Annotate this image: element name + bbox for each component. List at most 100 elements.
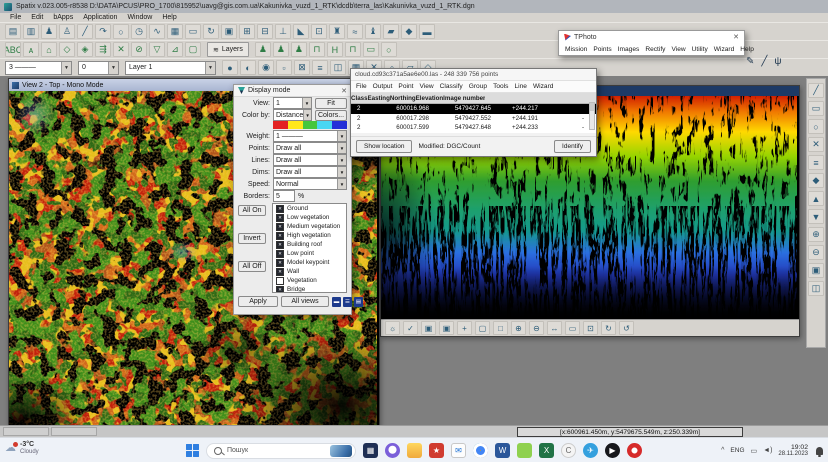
menu-item[interactable]: View [419,83,433,90]
toolbar-icon[interactable]: ● [222,60,238,75]
identify-button[interactable]: Identify [554,140,591,153]
view-mode-icon[interactable]: ▤ [354,297,363,307]
toolbar-icon[interactable]: ≡ [312,60,328,75]
toolbar-icon[interactable]: ↻ [203,24,219,39]
toolbar-icon[interactable]: ⊓ [309,42,325,57]
apply-button[interactable]: Apply [238,296,278,307]
toolbar-icon[interactable]: ○ [808,119,824,134]
class-checkbox[interactable]: ✕ [276,286,284,294]
toolbar-icon[interactable]: ⊖ [808,245,824,260]
fit-button[interactable]: Fit [315,98,347,109]
class-row[interactable]: ✕ Wall [273,267,346,276]
class-checkbox[interactable]: ✕ [276,250,284,258]
toolbar-icon[interactable]: ◫ [808,281,824,296]
telegram-icon[interactable]: ✈ [583,443,598,458]
zoom-window-icon[interactable]: □ [493,321,508,335]
notification-bell-icon[interactable] [816,447,823,455]
toolbar-icon[interactable]: ▽ [149,42,165,57]
menu-item[interactable]: Edit [27,14,47,21]
weather-widget[interactable]: ☁ -3°C Cloudy [5,441,39,456]
fit-view-icon[interactable]: ▢ [475,321,490,335]
toolbar-icon[interactable]: ○ [381,42,397,57]
lines-select[interactable]: Draw all ▼ [273,154,347,166]
toolbar-icon[interactable]: ✕ [808,137,824,152]
class-checkbox[interactable]: ✕ [276,241,284,249]
toolbar-icon[interactable]: ⊡ [311,24,327,39]
toolbar-icon[interactable]: ▤ [5,24,21,39]
tphoto-titlebar[interactable]: TPhoto ✕ [559,31,744,43]
dims-select[interactable]: Draw all ▼ [273,166,347,178]
column-header[interactable]: Class [351,95,368,102]
word-icon[interactable]: W [495,443,510,458]
menu-item[interactable]: Output [373,83,393,90]
toolbar-icon[interactable]: ▭ [185,24,201,39]
pen-tool-icon[interactable]: ╱ [761,56,767,67]
search-input[interactable]: Пошук [206,443,356,459]
class-checkbox[interactable]: ✕ [276,232,284,240]
undo-view-icon[interactable]: ↺ [619,321,634,335]
table-row[interactable]: 2 600016.968 5479427.645 +244.217 [351,104,596,114]
menu-item[interactable]: View [671,46,685,53]
table-scrollbar[interactable] [589,102,595,130]
toolbar-icon[interactable]: ♙ [59,24,75,39]
toolbar-icon[interactable]: ▣ [221,24,237,39]
speed-select[interactable]: Normal ▼ [273,178,347,190]
task-view-icon[interactable]: ▦ [363,443,378,458]
borders-input[interactable]: 5 [273,190,295,202]
toolbar-icon[interactable]: ◐ [240,60,256,75]
toolbar-icon[interactable]: ▬ [419,24,435,39]
menu-item[interactable]: Window [123,14,156,21]
column-header[interactable]: Northing [390,95,416,102]
toolbar-icon[interactable]: ◇ [59,42,75,57]
toolbar-icon[interactable]: ◫ [330,60,346,75]
language-indicator[interactable]: ENG [730,447,744,454]
menu-item[interactable]: Points [593,46,611,53]
zoom-out-icon[interactable]: ⊖ [529,321,544,335]
menu-item[interactable]: File [6,14,25,21]
center-view-icon[interactable]: ⊡ [583,321,598,335]
toolbar-icon[interactable]: ♟ [273,42,289,57]
class-row[interactable]: ✕ Medium vegetation [273,222,346,231]
cloud-window-titlebar[interactable]: cloud.cd93c371a5ae6e00.las - 248 339 756… [351,69,596,81]
circle-app-icon[interactable]: C [561,443,576,458]
class-checkbox[interactable]: ✕ [276,268,284,276]
menu-item[interactable]: Wizard [533,83,554,90]
green-app-icon[interactable] [517,443,532,458]
toolbar-icon[interactable]: ♜ [329,24,345,39]
toolbar-icon[interactable]: ⇶ [95,42,111,57]
column-header[interactable]: Elevation [416,95,444,102]
view-mode-icon[interactable]: ☰ [343,297,352,307]
toolbar-icon[interactable]: ⊞ [239,24,255,39]
pan-view-icon[interactable]: + [457,321,472,335]
toolbar-icon[interactable]: ▼ [808,209,824,224]
toolbar-icon[interactable]: ⊕ [808,227,824,242]
menu-item[interactable]: Rectify [645,46,665,53]
class-row[interactable]: ✕ High vegetation [273,231,346,240]
weight-select[interactable]: 1 ——— ▼ [273,130,347,142]
toolbar-icon[interactable]: ⊘ [131,42,147,57]
toolbar-icon[interactable]: ABC [5,42,21,57]
menu-item[interactable]: Line [514,83,526,90]
column-header[interactable]: Easting [368,95,390,102]
toolbar-icon[interactable]: ◆ [808,173,824,188]
toolbar-icon[interactable]: ᴀ [23,42,39,57]
toolbar-icon[interactable]: ▣ [808,263,824,278]
toolbar-icon[interactable]: ≈ [347,24,363,39]
toolbar-icon[interactable]: ◷ [131,24,147,39]
tray-chevron-icon[interactable]: ^ [721,447,724,454]
all-on-button[interactable]: All On [238,205,266,216]
toolbar-icon[interactable]: ◣ [293,24,309,39]
toolbar-icon[interactable]: ✕ [113,42,129,57]
close-icon[interactable]: ✕ [733,33,739,41]
menu-item[interactable]: Help [158,14,180,21]
copy-view-icon[interactable]: ▣ [421,321,436,335]
class-row[interactable]: ✕ Ground [273,204,346,213]
window-area-icon[interactable]: ▭ [565,321,580,335]
toolbar-icon[interactable]: ◈ [77,42,93,57]
toolbar-icon[interactable]: ♟ [41,24,57,39]
toolbar-icon[interactable]: ▰ [383,24,399,39]
menu-item[interactable]: Utility [692,46,708,53]
chat-icon[interactable] [385,443,400,458]
menu-item[interactable]: File [356,83,367,90]
view-select[interactable]: 1 ▼ [273,97,312,109]
